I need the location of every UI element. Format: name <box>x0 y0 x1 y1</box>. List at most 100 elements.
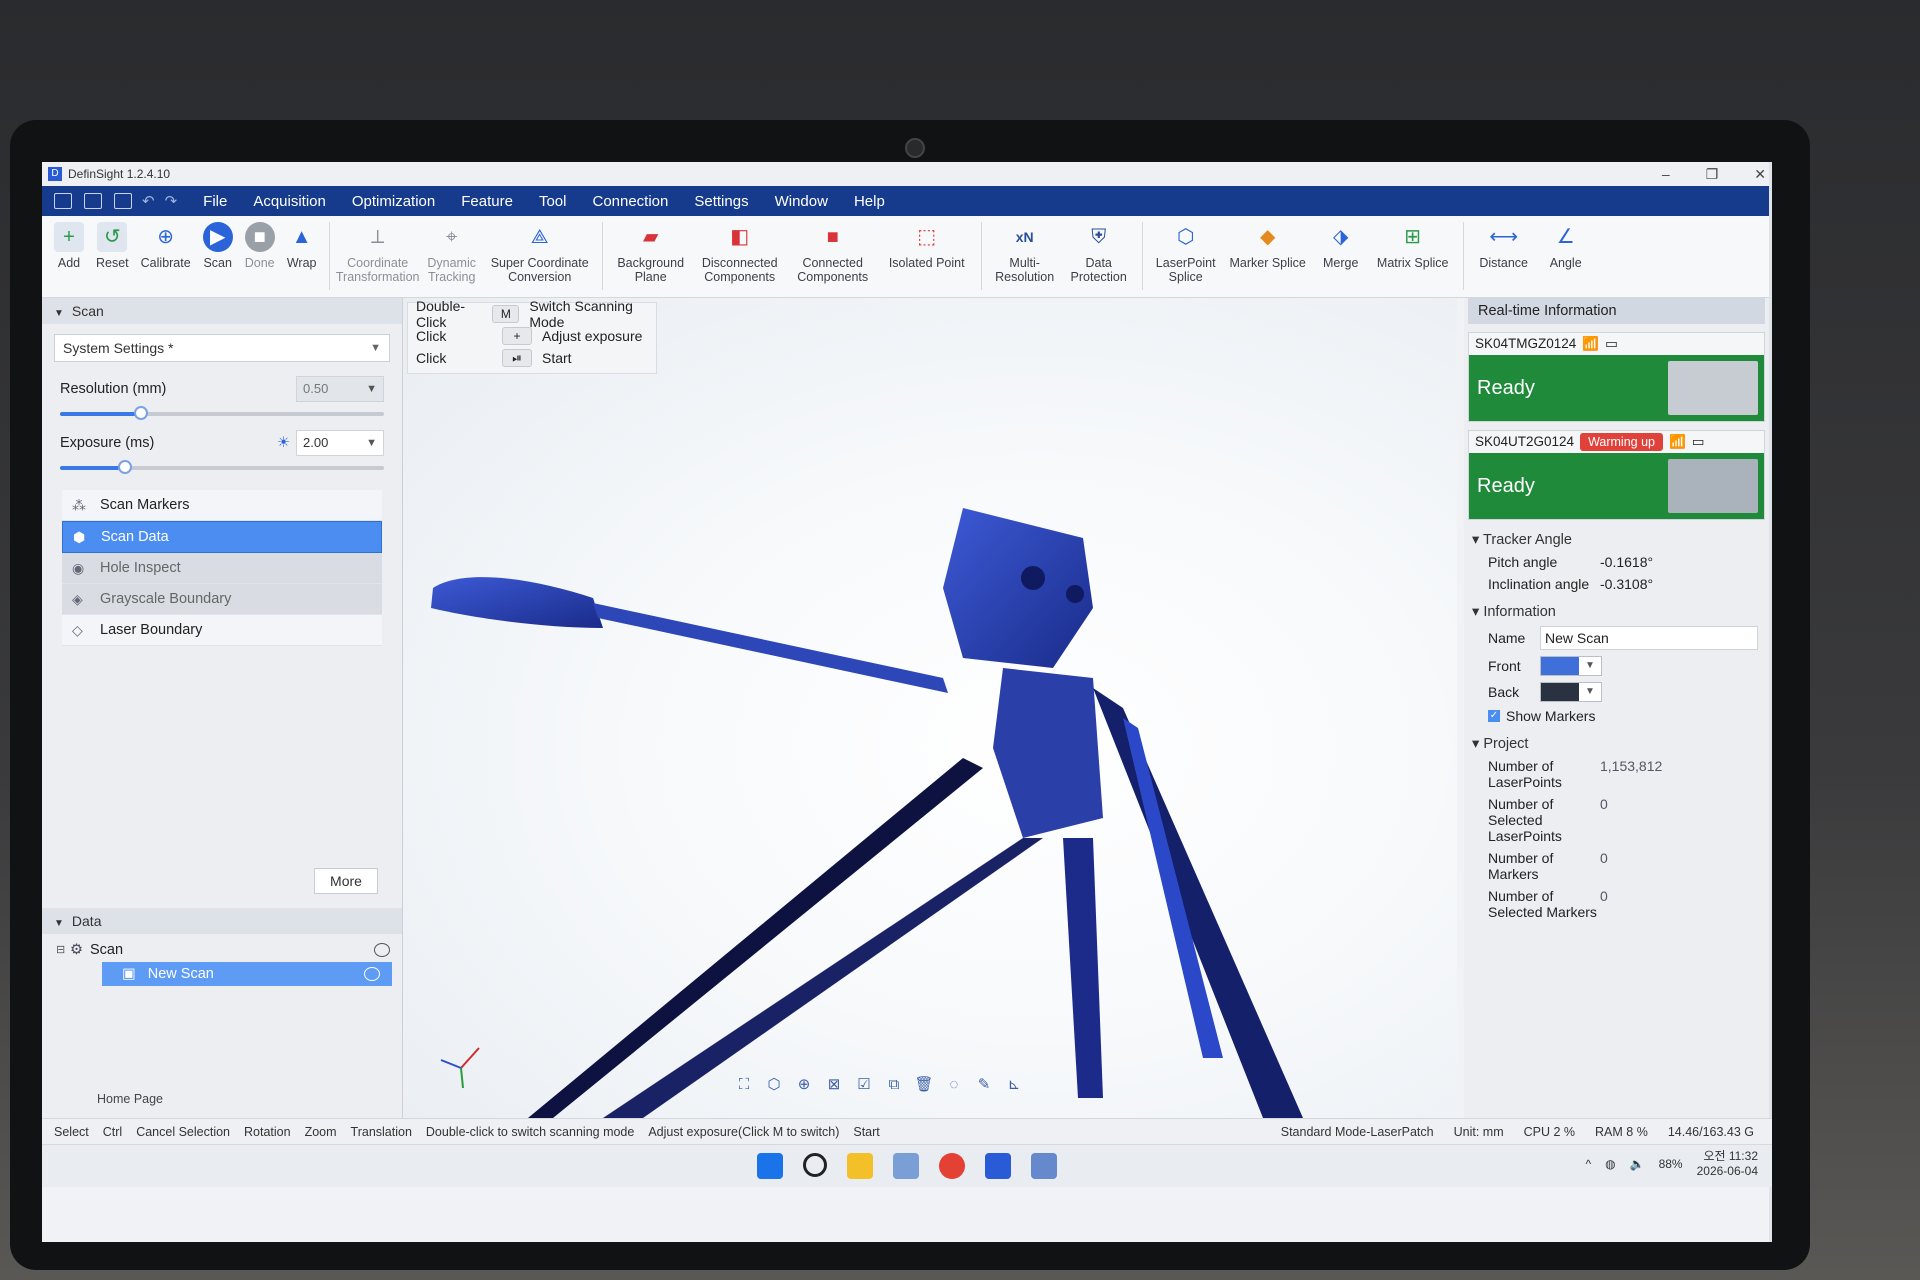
reset-button[interactable]: ↺ Reset <box>90 216 135 270</box>
resolution-select[interactable]: 0.50 ▼ <box>296 376 384 402</box>
menu-window[interactable]: Window <box>775 193 828 210</box>
fit-view-icon[interactable]: ⛶ <box>733 1074 755 1096</box>
resolution-slider-knob[interactable] <box>134 406 148 420</box>
definsight-app-icon[interactable] <box>985 1153 1011 1179</box>
pan-handle <box>431 577 603 628</box>
ribbon-divider <box>601 222 603 290</box>
collapse-icon[interactable]: ⊟ <box>56 938 65 962</box>
information-header[interactable]: ▾ Information <box>1464 604 1769 620</box>
dynamic-tracking-button[interactable]: ⌖ Dynamic Tracking <box>420 216 484 284</box>
redo-icon[interactable]: ↷ <box>165 192 178 210</box>
mode-scan-data[interactable]: ⬢ Scan Data <box>62 521 382 553</box>
menu-acquisition[interactable]: Acquisition <box>253 193 326 210</box>
home-page-tab[interactable]: Home Page <box>97 1092 163 1106</box>
clock[interactable]: 오전 11:32 2026-06-04 <box>1697 1149 1758 1179</box>
mode-scan-markers[interactable]: ⁂ Scan Markers <box>62 490 382 521</box>
menu-connection[interactable]: Connection <box>592 193 668 210</box>
laserpoint-splice-button[interactable]: ⬡ LaserPoint Splice <box>1149 216 1223 284</box>
name-input[interactable]: New Scan <box>1540 626 1758 650</box>
data-section-header[interactable]: ▼ Data <box>42 908 402 934</box>
deselect-icon[interactable]: ⊠ <box>823 1074 845 1096</box>
snipping-tool-icon[interactable] <box>893 1153 919 1179</box>
delete-icon[interactable]: 🗑 <box>913 1074 935 1096</box>
exposure-slider[interactable] <box>60 460 384 474</box>
tracker-angle-header[interactable]: ▾ Tracker Angle <box>1464 532 1769 548</box>
merge-button[interactable]: ⬗ Merge <box>1313 216 1369 270</box>
minimize-icon[interactable]: – <box>1662 162 1670 186</box>
chrome-icon[interactable] <box>939 1153 965 1179</box>
menu-optimization[interactable]: Optimization <box>352 193 435 210</box>
data-protection-button[interactable]: ⛨ Data Protection <box>1062 216 1136 284</box>
mode-hole-inspect[interactable]: ◉ Hole Inspect <box>62 553 382 584</box>
add-button[interactable]: + Add <box>48 216 90 270</box>
multi-resolution-button[interactable]: xN Multi-Resolution <box>988 216 1062 284</box>
side-tab-strip[interactable] <box>1769 162 1772 1242</box>
annotate-icon[interactable]: ✎ <box>973 1074 995 1096</box>
3d-viewport[interactable]: Double-Click M Switch Scanning Mode Click +… <box>403 298 1457 1118</box>
start-menu-icon[interactable] <box>757 1153 783 1179</box>
disconnected-components-button[interactable]: ◧ Disconnected Components <box>693 216 787 284</box>
x-axis <box>460 1047 480 1069</box>
coordinate-transformation-button[interactable]: ⟂ Coordinate Transformation <box>336 216 420 284</box>
lasso-icon[interactable]: ◌ <box>943 1074 965 1096</box>
back-color-select[interactable]: ▼ <box>1540 682 1602 702</box>
save-icon[interactable] <box>114 193 132 209</box>
select-all-icon[interactable]: ☑ <box>853 1074 875 1096</box>
brightness-icon[interactable]: ☀ <box>277 435 290 451</box>
tree-node-scan[interactable]: ⊟ ⚙ Scan <box>42 938 402 962</box>
search-icon[interactable] <box>803 1153 827 1177</box>
mode-grayscale-boundary[interactable]: ◈ Grayscale Boundary <box>62 584 382 615</box>
exposure-slider-knob[interactable] <box>117 460 132 474</box>
new-icon[interactable] <box>54 193 72 209</box>
device-header: SK04UT2G0124 Warming up 📶 ▭ <box>1469 431 1764 453</box>
calibrate-button[interactable]: ⊕ Calibrate <box>135 216 197 270</box>
angle-button[interactable]: ∠ Angle <box>1538 216 1594 270</box>
resolution-slider[interactable] <box>60 406 384 420</box>
chevron-up-icon[interactable]: ^ <box>1586 1157 1592 1171</box>
system-settings-select[interactable]: System Settings * ▼ <box>54 334 390 362</box>
isolated-point-button[interactable]: ⬚ Isolated Point <box>879 216 975 270</box>
multi-resolution-icon: xN <box>1015 229 1034 245</box>
menu-help[interactable]: Help <box>854 193 885 210</box>
scan-section-header[interactable]: ▼ Scan <box>42 298 402 324</box>
exposure-select[interactable]: 2.00 ▼ <box>296 430 384 456</box>
resolution-label: Resolution (mm) <box>60 381 167 397</box>
network-icon[interactable]: ◍ <box>1605 1157 1615 1171</box>
show-markers-checkbox[interactable]: ✓ <box>1488 710 1500 722</box>
view-cube-icon[interactable]: ⬡ <box>763 1074 785 1096</box>
mode-laser-boundary[interactable]: ◇ Laser Boundary <box>62 615 382 646</box>
visibility-eye-icon[interactable] <box>374 943 390 957</box>
open-icon[interactable] <box>84 193 102 209</box>
zoom-region-icon[interactable]: ⊕ <box>793 1074 815 1096</box>
matrix-splice-button[interactable]: ⊞ Matrix Splice <box>1369 216 1457 270</box>
tripod-leg-left-back <box>528 758 983 1118</box>
scan-button[interactable]: ▶ Scan <box>197 216 239 270</box>
file-explorer-icon[interactable] <box>847 1153 873 1179</box>
maximize-icon[interactable]: ❐ <box>1706 162 1719 186</box>
menu-file[interactable]: File <box>203 193 227 210</box>
menu-tool[interactable]: Tool <box>539 193 567 210</box>
active-window-icon[interactable] <box>1031 1153 1057 1179</box>
distance-button[interactable]: ⟷ Distance <box>1470 216 1538 270</box>
menu-feature[interactable]: Feature <box>461 193 513 210</box>
project-header[interactable]: ▾ Project <box>1464 736 1769 752</box>
key-play-pause: ⏯ <box>502 349 532 367</box>
undo-icon[interactable]: ↶ <box>142 192 155 210</box>
connected-components-button[interactable]: ■ Connected Components <box>787 216 879 284</box>
tree-node-new-scan[interactable]: ▣ New Scan <box>102 962 392 986</box>
invert-select-icon[interactable]: ⧉ <box>883 1074 905 1096</box>
battery-level[interactable]: 88% <box>1659 1157 1683 1171</box>
more-button[interactable]: More <box>314 868 378 894</box>
marker-splice-button[interactable]: ◆ Marker Splice <box>1223 216 1313 270</box>
super-coordinate-button[interactable]: ⟁ Super Coordinate Conversion <box>484 216 596 284</box>
front-color-select[interactable]: ▼ <box>1540 656 1602 676</box>
close-icon[interactable]: ✕ <box>1754 162 1766 186</box>
visibility-eye-icon[interactable] <box>364 967 380 981</box>
wrap-button[interactable]: ▲ Wrap <box>281 216 323 270</box>
background-plane-button[interactable]: ▰ Background Plane <box>609 216 693 284</box>
volume-icon[interactable]: 🔈 <box>1630 1157 1645 1171</box>
menu-settings[interactable]: Settings <box>694 193 748 210</box>
coordinate-axes-icon[interactable]: ⊾ <box>1003 1074 1025 1096</box>
done-button[interactable]: ■ Done <box>239 216 281 270</box>
scan-data-icon: ⬢ <box>73 529 86 545</box>
